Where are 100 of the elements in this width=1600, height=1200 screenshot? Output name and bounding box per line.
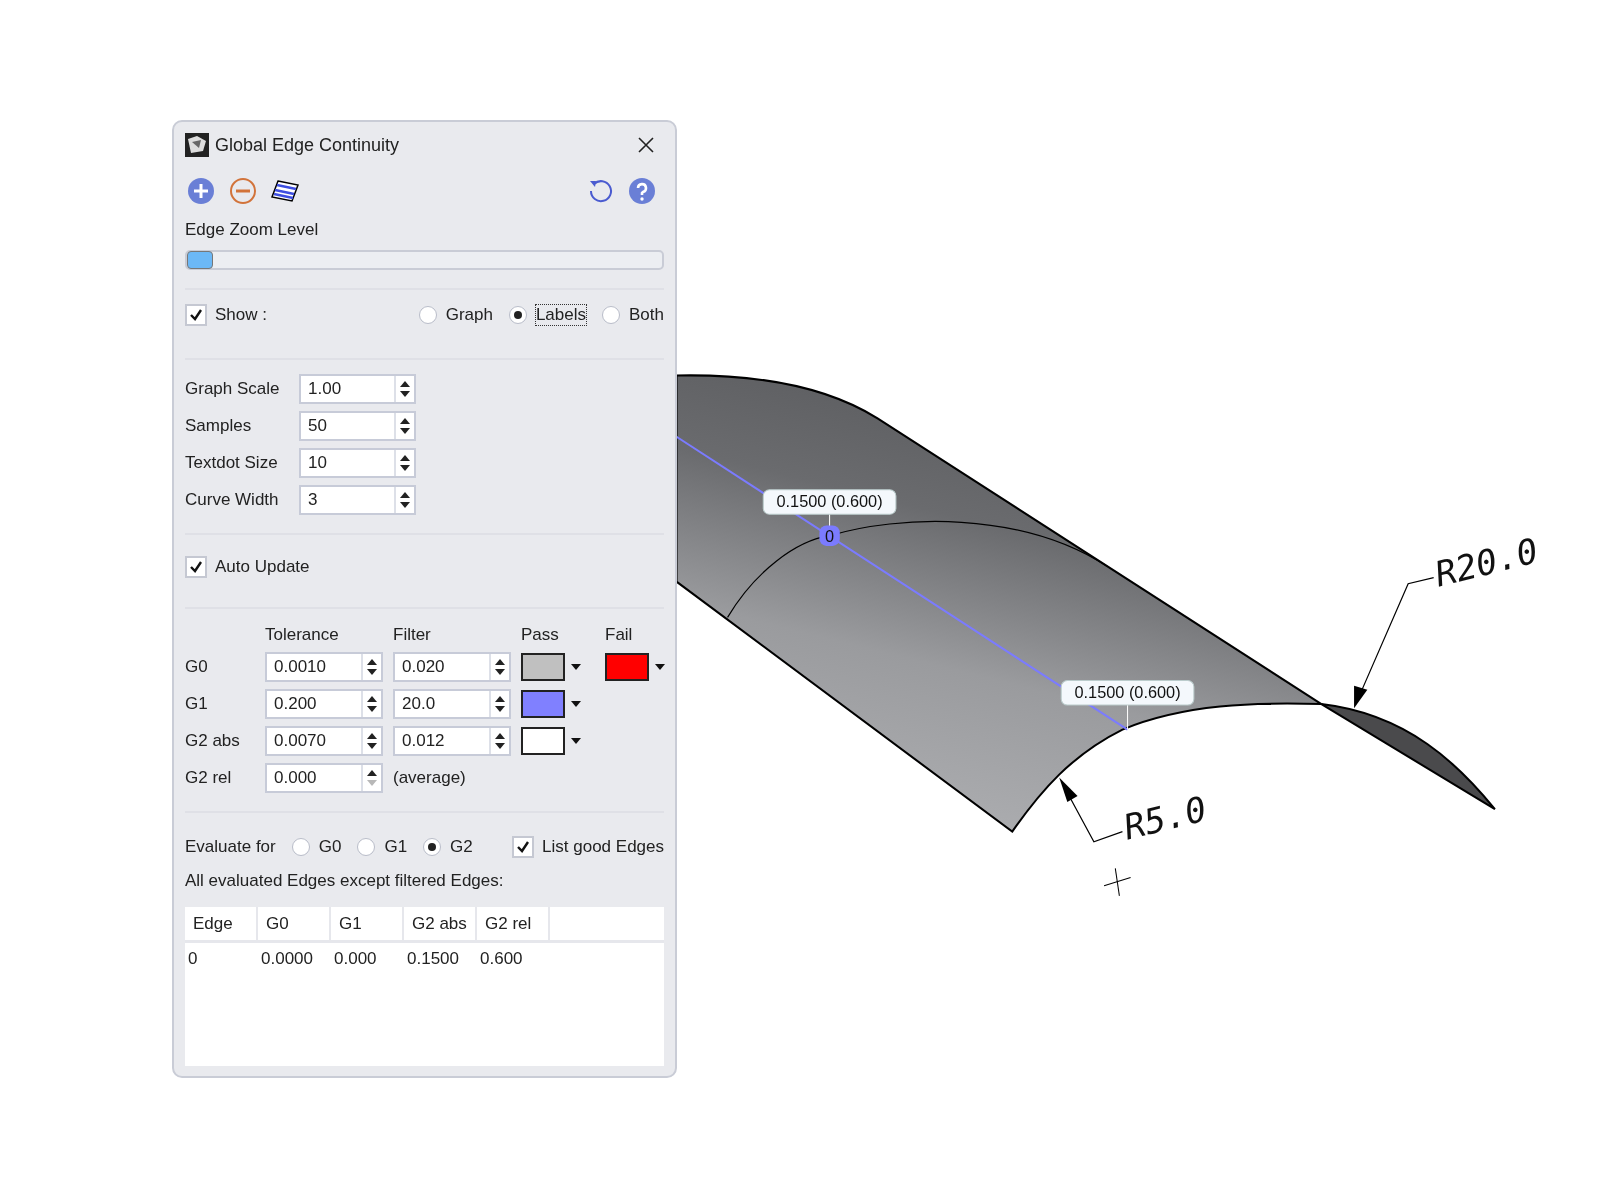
filter-field[interactable]: 0.012 (393, 726, 511, 756)
radio-label: Graph (445, 305, 493, 325)
dimension-arrow (1059, 777, 1124, 843)
column-header: Edge (185, 907, 258, 940)
color-swatch[interactable] (521, 653, 565, 681)
list-good-checkbox[interactable] (512, 836, 535, 858)
spin-down-icon[interactable] (495, 743, 505, 750)
spin-up-icon[interactable] (495, 695, 505, 702)
number-field[interactable]: 1.00 (299, 374, 416, 404)
tolerance-field[interactable]: 0.000 (265, 763, 383, 793)
spin-up-icon[interactable] (495, 732, 505, 739)
spin-down-icon[interactable] (367, 669, 377, 676)
slider-thumb[interactable] (187, 251, 213, 269)
list-good-label: List good Edges (542, 837, 664, 857)
column-header: Filter (393, 625, 432, 645)
table-cell-text: 0.1500 (406, 949, 460, 969)
continuity-label: G0 (185, 657, 209, 677)
spin-up-icon[interactable] (400, 454, 410, 461)
show-label: Show : (215, 305, 267, 325)
continuity-label: G1 (185, 694, 209, 714)
setting-label: Samples (185, 416, 253, 436)
radio-label: G1 (384, 837, 408, 857)
column-header: Fail (605, 625, 634, 645)
zoom-slider[interactable] (185, 250, 664, 270)
spin-down-icon[interactable] (367, 743, 377, 750)
radio-button[interactable] (508, 306, 527, 324)
auto-update-checkbox[interactable] (185, 556, 207, 578)
color-swatch[interactable] (605, 653, 649, 681)
crosshair-icon (1103, 867, 1132, 897)
spin-down-icon[interactable] (400, 391, 410, 398)
spin-up-icon[interactable] (367, 732, 377, 739)
checkmark-icon (189, 560, 203, 574)
show-checkbox[interactable] (185, 304, 207, 326)
note-text: (average) (393, 768, 467, 788)
auto-update-label: Auto Update (215, 557, 310, 577)
spin-up-icon[interactable] (495, 658, 505, 665)
tolerance-field[interactable]: 0.200 (265, 689, 383, 719)
zoom-level-label: Edge Zoom Level (185, 220, 320, 241)
radio-button[interactable] (423, 838, 442, 856)
spin-down-icon[interactable] (400, 465, 410, 472)
spin-down-icon[interactable] (495, 706, 505, 713)
dropdown-caret-icon[interactable] (571, 738, 581, 744)
column-header: G1 (331, 907, 404, 940)
spin-down-icon[interactable] (400, 428, 410, 435)
spin-down-icon[interactable] (400, 502, 410, 509)
radio-button[interactable] (602, 306, 620, 324)
column-header: G2 abs (404, 907, 477, 940)
spin-up-icon[interactable] (367, 695, 377, 702)
dropdown-caret-icon[interactable] (571, 701, 581, 707)
refresh-icon[interactable] (588, 178, 614, 204)
color-swatch[interactable] (521, 727, 565, 755)
continuity-label: G2 rel (185, 768, 233, 788)
close-icon[interactable] (638, 137, 654, 153)
results-caption: All evaluated Edges except filtered Edges: (185, 871, 505, 892)
filter-field[interactable]: 0.020 (393, 652, 511, 682)
add-icon[interactable] (187, 177, 215, 205)
spin-down-icon[interactable] (495, 669, 505, 676)
color-swatch[interactable] (521, 690, 565, 718)
spin-up-icon[interactable] (400, 491, 410, 498)
radio-label: Labels (535, 305, 586, 325)
remove-icon[interactable] (229, 177, 257, 205)
dot-label: 0.1500 (0.600) (1060, 680, 1195, 706)
continuity-label: G2 abs (185, 731, 241, 751)
help-icon[interactable] (628, 177, 656, 205)
column-header: Pass (521, 625, 560, 645)
filter-field[interactable]: 20.0 (393, 689, 511, 719)
spin-up-icon[interactable] (367, 769, 377, 776)
column-header: Tolerance (265, 625, 340, 645)
dimension-label: R5.0 (1119, 788, 1211, 848)
table-cell-text: 0 (187, 949, 199, 969)
dimension-label: R20.0 (1431, 530, 1543, 595)
dropdown-caret-icon[interactable] (655, 664, 665, 670)
radio-button[interactable] (291, 838, 310, 856)
spin-up-icon[interactable] (400, 380, 410, 387)
column-header: G2 rel (477, 907, 550, 940)
spin-down-icon[interactable] (367, 706, 377, 713)
column-header: G0 (258, 907, 331, 940)
dot-label: 0.1500 (0.600) (762, 489, 897, 515)
tolerance-field[interactable]: 0.0070 (265, 726, 383, 756)
spin-up-icon[interactable] (367, 658, 377, 665)
evaluate-label: Evaluate for (185, 837, 276, 857)
table-cell-text: 0.0000 (260, 949, 314, 969)
setting-label: Curve Width (185, 490, 280, 510)
window-title: Global Edge Continuity (215, 134, 400, 156)
radio-button[interactable] (418, 306, 437, 324)
number-field[interactable]: 10 (299, 448, 416, 478)
radio-label: Both (629, 305, 664, 325)
dropdown-caret-icon[interactable] (571, 664, 581, 670)
radio-label: G2 (450, 837, 473, 857)
number-field[interactable]: 3 (299, 485, 416, 515)
table-cell-text: 0.600 (479, 949, 524, 969)
table-cell-text: 0.000 (333, 949, 378, 969)
spin-up-icon[interactable] (400, 417, 410, 424)
checkmark-icon (189, 308, 203, 322)
striped-surface-icon[interactable] (271, 178, 299, 204)
checkmark-icon (516, 840, 531, 854)
radio-button[interactable] (357, 838, 376, 856)
number-field[interactable]: 50 (299, 411, 416, 441)
setting-label: Graph Scale (185, 379, 281, 399)
tolerance-field[interactable]: 0.0010 (265, 652, 383, 682)
